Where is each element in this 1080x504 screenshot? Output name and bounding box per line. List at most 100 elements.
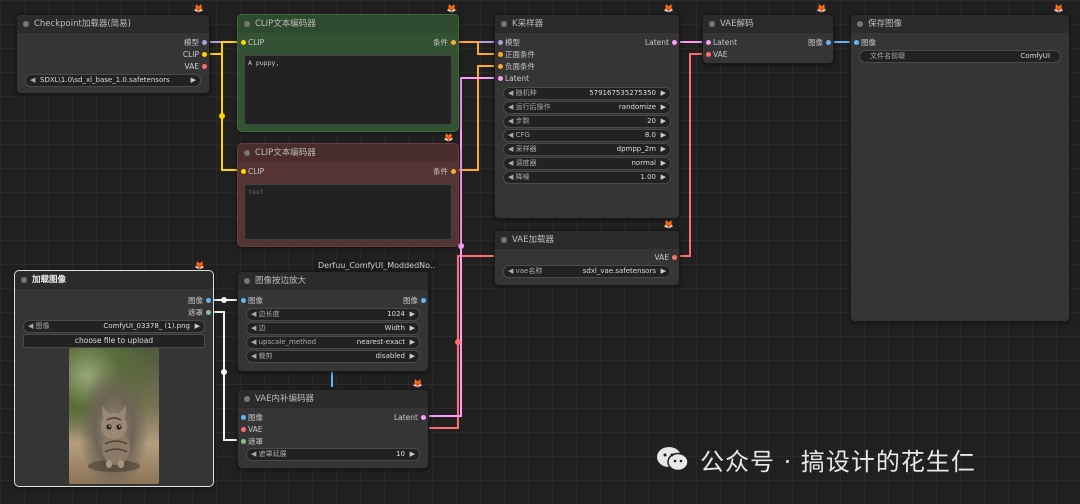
collapse-dot-icon[interactable] — [21, 277, 27, 283]
input-negative[interactable]: 负面条件 — [498, 61, 535, 72]
widget-label[interactable]: ◀ CFG — [508, 130, 530, 141]
socket-icon[interactable] — [241, 169, 246, 174]
socket-icon[interactable] — [206, 298, 211, 303]
widget-arrow-right-icon[interactable]: ▶ — [195, 321, 200, 332]
collapse-dot-icon[interactable] — [23, 21, 29, 27]
widget-label[interactable]: ◀ 边 — [251, 323, 266, 334]
prompt-textarea[interactable]: A puppy, — [244, 55, 452, 125]
output-conditioning[interactable]: 条件 — [433, 166, 456, 177]
output-model[interactable]: 模型 — [184, 37, 207, 48]
input-vae[interactable]: VAE — [241, 424, 263, 435]
side-widget[interactable]: ◀ 边 Width ▶ — [246, 322, 420, 335]
socket-icon[interactable] — [421, 415, 426, 420]
widget-label[interactable]: ◀ upscale_method — [251, 337, 316, 348]
socket-icon[interactable] — [202, 40, 207, 45]
collapse-dot-icon[interactable] — [244, 150, 250, 156]
input-latent[interactable]: Latent — [706, 37, 737, 48]
filename-prefix-widget[interactable]: 文件名前缀 ComfyUI — [859, 50, 1061, 63]
widget-arrow-right-icon[interactable]: ▶ — [661, 144, 666, 155]
node-clip-text-negative[interactable]: CLIP文本编码器 CLIP 条件 text — [237, 143, 459, 247]
output-image[interactable]: 图像 — [808, 37, 831, 48]
socket-icon[interactable] — [706, 40, 711, 45]
widget-arrow-right-icon[interactable]: ▶ — [410, 337, 415, 348]
collapse-dot-icon[interactable] — [709, 21, 715, 27]
widget-arrow-right-icon[interactable]: ▶ — [661, 130, 666, 141]
node-vae-loader[interactable]: VAE加载器 VAE ◀ vae名称 sdxl_vae.safetensors ▶ — [494, 230, 680, 286]
collapse-dot-icon[interactable] — [244, 21, 250, 27]
node-title[interactable]: 保存图像 — [851, 15, 1069, 33]
input-image[interactable]: 图像 — [854, 37, 876, 48]
widget-arrow-right-icon[interactable]: ▶ — [661, 88, 666, 99]
node-vae-decode[interactable]: VAE解码 Latent VAE 图像 — [702, 14, 834, 64]
widget-arrow-right-icon[interactable]: ▶ — [410, 323, 415, 334]
socket-icon[interactable] — [241, 427, 246, 432]
control-after-generate-widget[interactable]: ◀ 运行后操作 randomize ▶ — [503, 101, 671, 114]
node-title[interactable]: Checkpoint加载器(简易) — [17, 15, 209, 33]
vae-name-widget[interactable]: ◀ vae名称 sdxl_vae.safetensors ▶ — [503, 265, 671, 278]
negative-prompt-textarea[interactable]: text — [244, 184, 452, 240]
collapse-dot-icon[interactable] — [501, 21, 507, 27]
socket-icon[interactable] — [241, 298, 246, 303]
socket-icon[interactable] — [202, 52, 207, 57]
input-pixels[interactable]: 图像 — [241, 412, 263, 423]
widget-arrow-right-icon[interactable]: ▶ — [410, 449, 415, 460]
crop-widget[interactable]: ◀ 裁剪 disabled ▶ — [246, 350, 420, 363]
collapse-dot-icon[interactable] — [501, 237, 507, 243]
widget-label[interactable]: ◀ 采样器 — [508, 144, 537, 155]
node-ksampler[interactable]: K采样器 模型 正面条件 负面条件 Latent Latent ◀ 随机种 579… — [494, 14, 680, 219]
output-conditioning[interactable]: 条件 — [433, 37, 456, 48]
widget-label[interactable]: ◀ 步数 — [508, 116, 530, 127]
widget-arrow-right-icon[interactable]: ▶ — [661, 172, 666, 183]
socket-icon[interactable] — [498, 52, 503, 57]
socket-icon[interactable] — [241, 415, 246, 420]
socket-icon[interactable] — [451, 40, 456, 45]
grow-mask-widget[interactable]: ◀ 遮罩延展 10 ▶ — [246, 448, 420, 461]
widget-label[interactable]: ◀ vae名称 — [508, 266, 542, 277]
node-save-image[interactable]: 保存图像 图像 文件名前缀 ComfyUI — [850, 14, 1070, 322]
socket-icon[interactable] — [854, 40, 859, 45]
widget-label[interactable]: ◀ 随机种 — [508, 88, 537, 99]
input-model[interactable]: 模型 — [498, 37, 520, 48]
socket-icon[interactable] — [706, 52, 711, 57]
side-length-widget[interactable]: ◀ 边长度 1024 ▶ — [246, 308, 420, 321]
image-select-widget[interactable]: ◀ 图像 ComfyUI_03378_ (1).png ▶ — [23, 320, 205, 333]
socket-icon[interactable] — [672, 40, 677, 45]
node-checkpoint-loader[interactable]: Checkpoint加载器(简易) 模型 CLIP VAE ◀ SDXL\1.0\… — [16, 14, 210, 94]
node-title[interactable]: 加载图像 — [15, 271, 213, 289]
output-latent[interactable]: Latent — [645, 37, 677, 48]
output-image[interactable]: 图像 — [188, 295, 211, 306]
node-clip-text-positive[interactable]: CLIP文本编码器 CLIP 条件 A puppy, — [237, 14, 459, 132]
widget-label[interactable]: ◀ 图像 — [28, 321, 50, 332]
socket-icon[interactable] — [498, 40, 503, 45]
widget-label[interactable]: ◀ 遮罩延展 — [251, 449, 287, 460]
widget-arrow-right-icon[interactable]: ▶ — [661, 102, 666, 113]
widget-arrow-right-icon[interactable]: ▶ — [661, 158, 666, 169]
output-mask[interactable]: 遮罩 — [188, 307, 211, 318]
node-title[interactable]: 图像按边放大 — [238, 272, 428, 290]
widget-label[interactable]: ◀ 降噪 — [508, 172, 530, 183]
seed-widget[interactable]: ◀ 随机种 579167535275350 ▶ — [503, 87, 671, 100]
input-clip[interactable]: CLIP — [241, 166, 264, 177]
socket-icon[interactable] — [206, 310, 211, 315]
output-vae[interactable]: VAE — [184, 61, 207, 72]
denoise-widget[interactable]: ◀ 降噪 1.00 ▶ — [503, 171, 671, 184]
output-latent[interactable]: Latent — [394, 412, 426, 423]
node-title[interactable]: CLIP文本编码器 — [238, 144, 458, 162]
node-title[interactable]: K采样器 — [495, 15, 679, 33]
node-image-scale-to-side[interactable]: 图像按边放大 图像 图像 ◀ 边长度 1024 ▶ ◀ 边 Width ▶ ◀ upsc… — [237, 271, 429, 372]
socket-icon[interactable] — [498, 64, 503, 69]
collapse-dot-icon[interactable] — [857, 21, 863, 27]
node-vae-encode-inpaint[interactable]: VAE内补编码器 图像 VAE 遮罩 Latent ◀ 遮罩延展 10 ▶ — [237, 389, 429, 469]
input-vae[interactable]: VAE — [706, 49, 728, 60]
widget-label[interactable]: ◀ 边长度 — [251, 309, 280, 320]
socket-icon[interactable] — [241, 439, 246, 444]
socket-icon[interactable] — [451, 169, 456, 174]
widget-arrow-right-icon[interactable]: ▶ — [661, 266, 666, 277]
socket-icon[interactable] — [421, 298, 426, 303]
collapse-dot-icon[interactable] — [244, 278, 250, 284]
socket-icon[interactable] — [672, 255, 677, 260]
widget-arrow-left-icon[interactable]: ◀ — [30, 75, 35, 86]
upload-button[interactable]: choose file to upload — [23, 334, 205, 348]
input-clip[interactable]: CLIP — [241, 37, 264, 48]
input-image[interactable]: 图像 — [241, 295, 263, 306]
